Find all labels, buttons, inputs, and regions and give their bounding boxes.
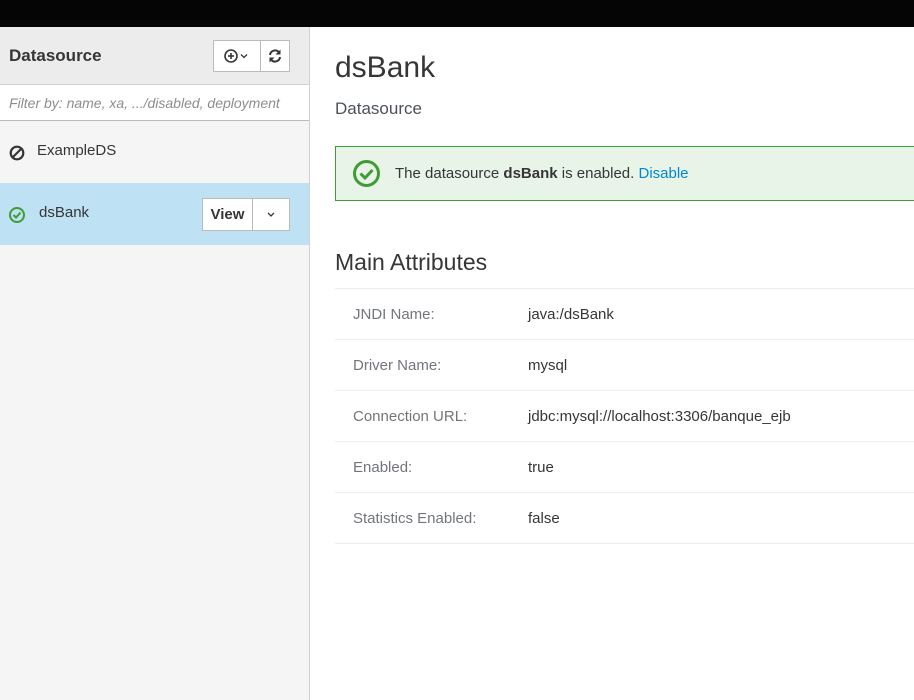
check-circle-icon: [9, 207, 25, 223]
plus-circle-icon: [224, 49, 248, 63]
attribute-value: mysql: [528, 357, 568, 374]
toolbar-button-group: [213, 40, 290, 72]
filter-input[interactable]: [0, 85, 309, 120]
attribute-row: JNDI Name: java:/dsBank: [335, 289, 914, 340]
alert-datasource-name: dsBank: [503, 165, 558, 182]
sidebar-header: Datasource: [0, 27, 309, 85]
disabled-icon: [9, 145, 25, 161]
attribute-value: jdbc:mysql://localhost:3306/banque_ejb: [528, 408, 791, 425]
attribute-name: JNDI Name:: [353, 306, 435, 323]
sidebar-title: Datasource: [9, 46, 102, 65]
page-title: dsBank: [335, 51, 436, 84]
attribute-value: true: [528, 459, 554, 476]
view-button[interactable]: View: [202, 198, 253, 231]
attribute-row: Connection URL: jdbc:mysql://localhost:3…: [335, 391, 914, 442]
refresh-icon: [269, 49, 281, 63]
datasource-item-label: ExampleDS: [37, 142, 117, 159]
attribute-row: Statistics Enabled: false: [335, 493, 914, 544]
main-content: dsBank Datasource The datasource dsBank …: [311, 27, 914, 700]
add-datasource-button[interactable]: [213, 40, 261, 72]
datasource-item-dsbank[interactable]: dsBank View: [0, 183, 309, 245]
item-actions: View: [202, 198, 290, 231]
attribute-name: Enabled:: [353, 459, 413, 476]
alert-prefix: The datasource: [395, 165, 504, 182]
datasource-item-exampleds[interactable]: ExampleDS: [0, 121, 309, 183]
page-subtitle: Datasource: [335, 99, 422, 118]
attributes-table: JNDI Name: java:/dsBank Driver Name: mys…: [335, 288, 914, 544]
filter-bar: [0, 85, 309, 121]
attribute-name: Driver Name:: [353, 357, 442, 374]
attribute-value: java:/dsBank: [528, 306, 614, 323]
status-alert: The datasource dsBank is enabled. Disabl…: [335, 146, 914, 201]
disable-link[interactable]: Disable: [638, 165, 688, 182]
section-title: Main Attributes: [335, 249, 488, 275]
attribute-name: Statistics Enabled:: [353, 510, 477, 527]
alert-message: The datasource dsBank is enabled. Disabl…: [395, 165, 689, 182]
attribute-row: Enabled: true: [335, 442, 914, 493]
actions-dropdown-button[interactable]: [253, 198, 290, 231]
attribute-row: Driver Name: mysql: [335, 340, 914, 391]
top-bar: [0, 0, 914, 27]
attribute-value: false: [528, 510, 560, 527]
refresh-button[interactable]: [260, 40, 290, 72]
chevron-down-icon: [267, 212, 275, 217]
check-circle-icon: [353, 160, 380, 187]
sidebar: Datasource Filter by: name, xa, .../disa…: [0, 27, 310, 700]
attribute-name: Connection URL:: [353, 408, 468, 425]
alert-suffix: is enabled.: [557, 165, 639, 182]
datasource-item-label: dsBank: [39, 204, 90, 221]
